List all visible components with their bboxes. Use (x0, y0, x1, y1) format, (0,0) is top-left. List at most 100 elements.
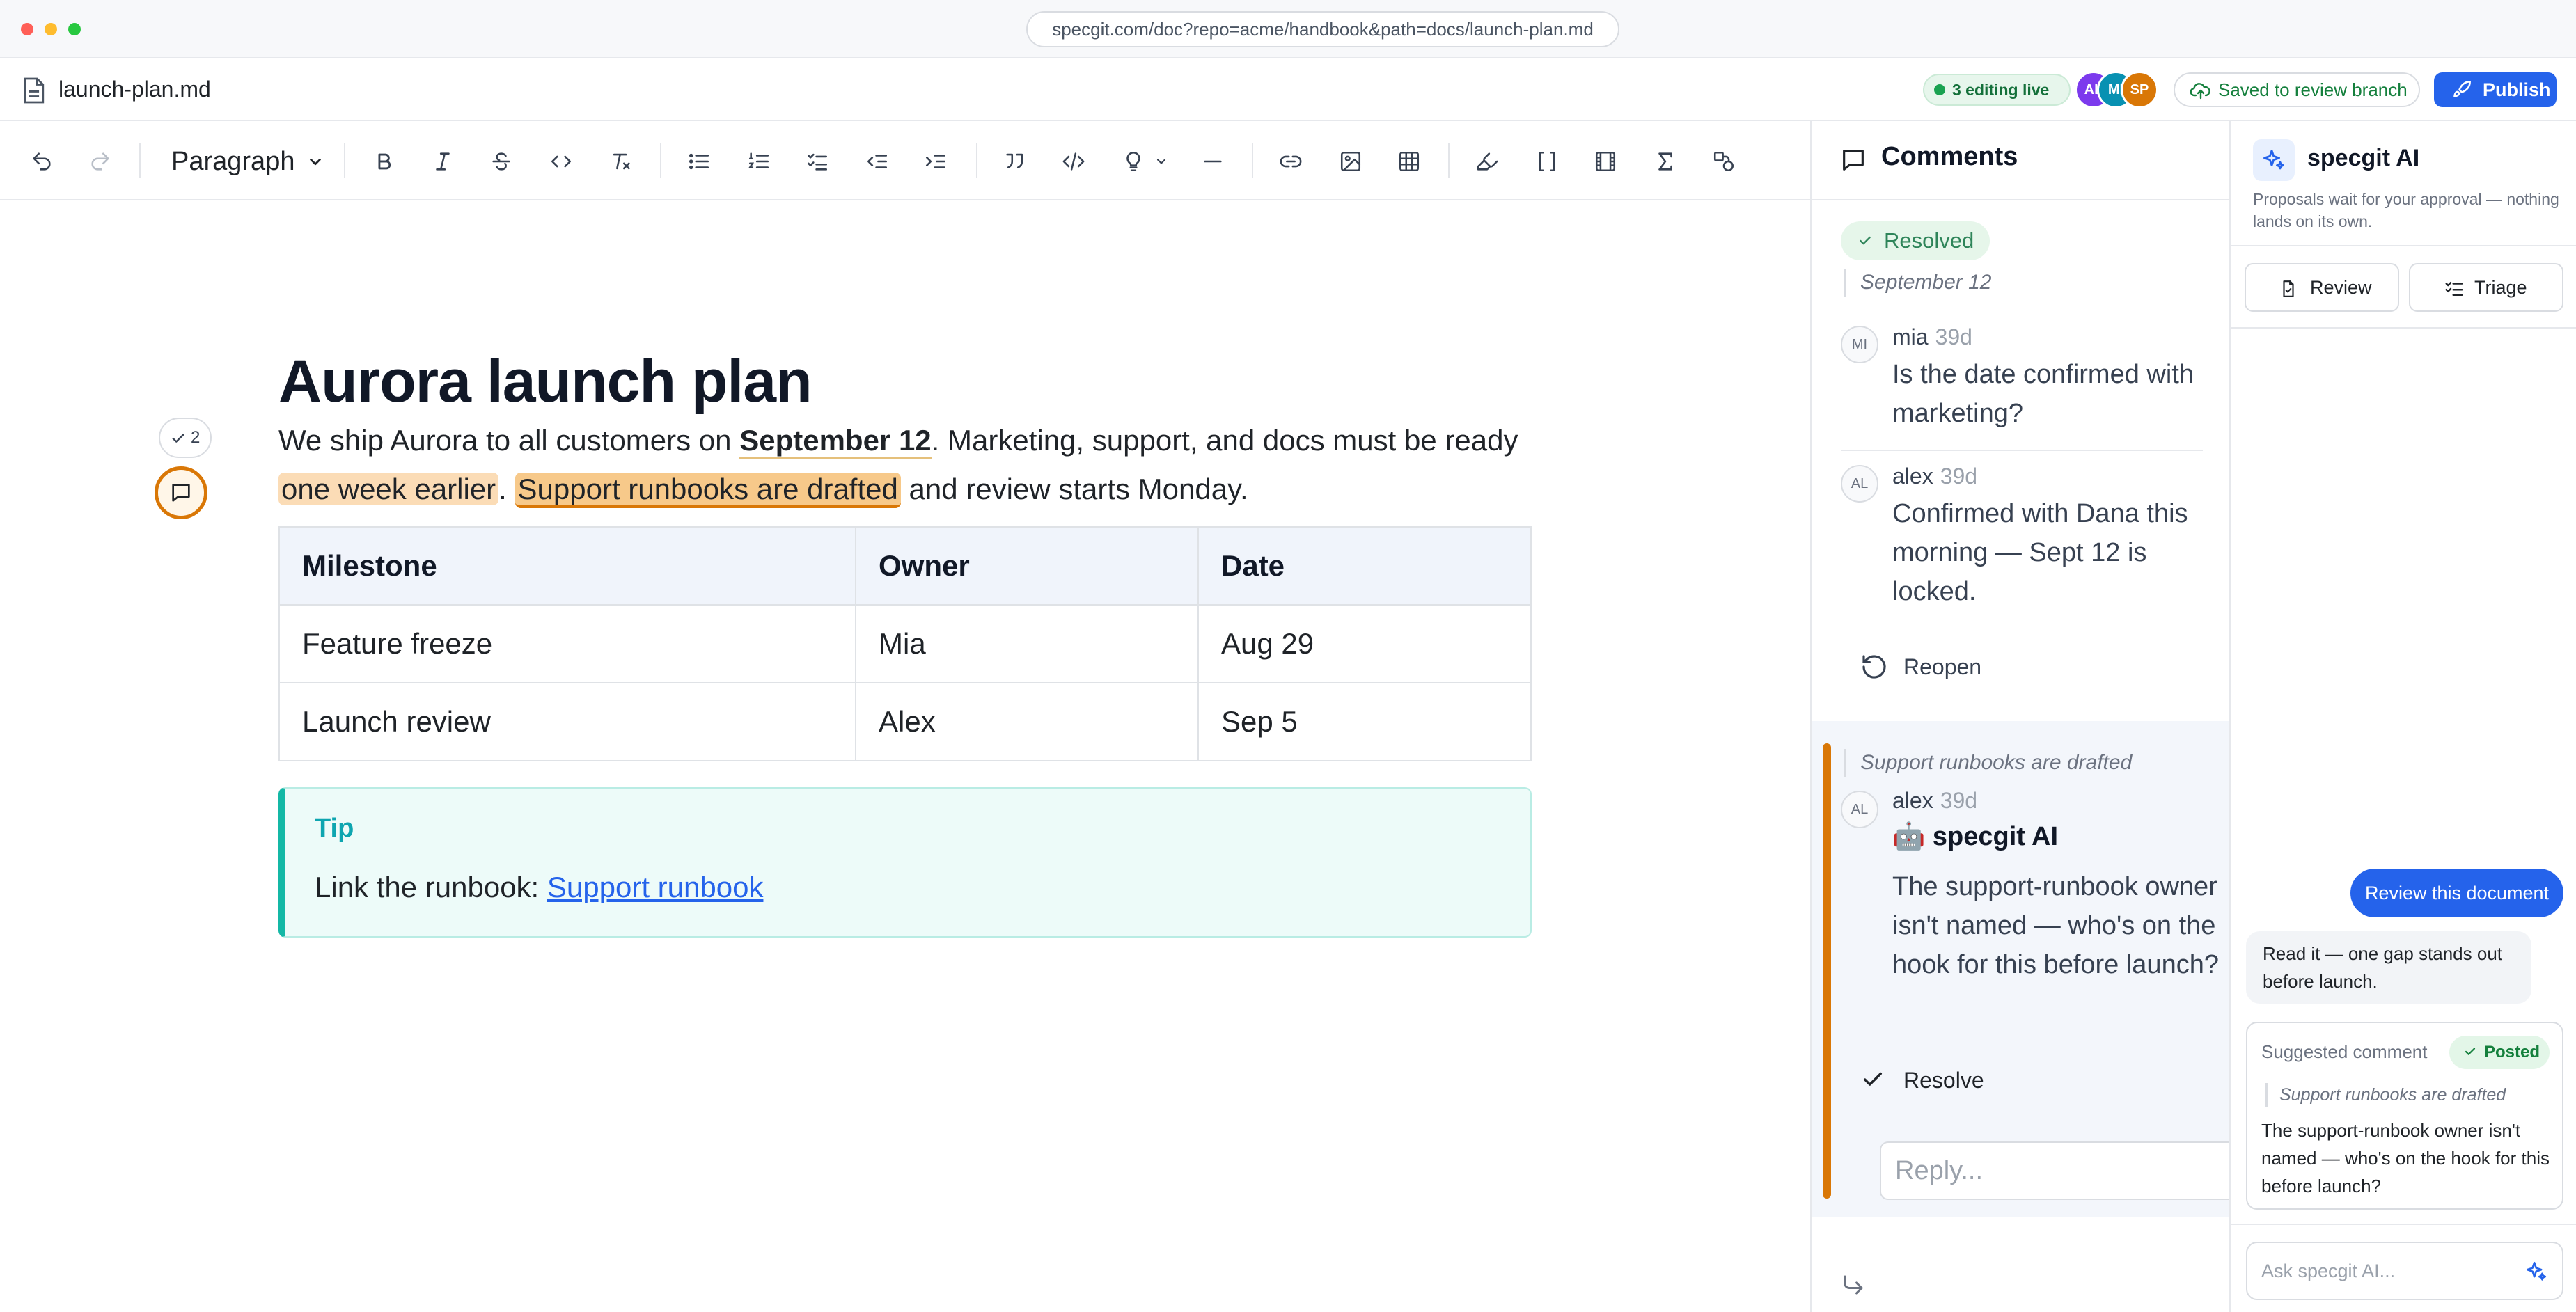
comment-age: 39d (1940, 788, 1978, 813)
review-tab-button[interactable]: Review (2245, 263, 2399, 312)
publish-button[interactable]: Publish (2434, 72, 2557, 107)
numbered-list-icon[interactable] (744, 146, 774, 177)
comment-icon (1843, 150, 1864, 171)
comment-text: Confirmed with Dana this morning — Sept … (1892, 499, 2188, 606)
rotate-ccw-icon (1862, 655, 1886, 679)
support-runbook-link[interactable]: Support runbook (547, 871, 764, 903)
resolved-comments-badge[interactable]: 2 (159, 418, 212, 458)
milestone-table[interactable]: Milestone Owner Date Feature freeze Mia … (278, 526, 1532, 761)
triage-tab-button[interactable]: Triage (2409, 263, 2563, 312)
ask-ai-input[interactable]: Ask specgit AI... (2246, 1242, 2563, 1300)
tip-body: Link the runbook: Support runbook (315, 871, 764, 903)
table-cell[interactable]: Sep 5 (1197, 682, 1532, 761)
comments-title: Comments (1881, 142, 2018, 171)
window-minimize-button[interactable] (45, 23, 57, 35)
rocket-icon (2453, 81, 2471, 97)
task-list-icon[interactable] (802, 146, 833, 177)
italic-icon[interactable] (427, 146, 458, 177)
triage-tab-label: Triage (2474, 277, 2527, 298)
code-block-icon[interactable] (1058, 146, 1089, 177)
comment-age: 39d (1940, 464, 1978, 489)
table-header-cell[interactable]: Date (1197, 526, 1532, 606)
table-cell[interactable]: Feature freeze (278, 604, 856, 683)
undo-icon[interactable] (26, 146, 57, 177)
browser-chrome: specgit.com/doc?repo=acme/handbook&path=… (0, 0, 2576, 58)
url-bar[interactable]: specgit.com/doc?repo=acme/handbook&path=… (1026, 11, 1619, 47)
sparkles-icon[interactable] (2524, 1260, 2548, 1283)
editor-canvas[interactable]: 2 Aurora launch plan We ship Aurora to a… (0, 200, 1810, 1312)
file-icon (24, 77, 45, 104)
inline-code-icon[interactable] (546, 146, 576, 177)
ai-chat-message: Read it — one gap stands out before laun… (2246, 931, 2531, 1004)
reply-arrow-icon (1844, 1275, 1863, 1295)
check-icon (172, 434, 184, 443)
active-thread-indicator (1823, 743, 1831, 1199)
block-type-label: Paragraph (171, 147, 295, 176)
posted-status-badge: Posted (2449, 1036, 2550, 1069)
block-type-select[interactable]: Paragraph (162, 142, 334, 181)
table-header-row: Milestone Owner Date (278, 526, 1532, 606)
table-cell[interactable]: Launch review (278, 682, 856, 761)
window-maximize-button[interactable] (68, 23, 81, 35)
commented-text-september-12[interactable]: September 12 (739, 424, 932, 459)
active-comment-highlight[interactable]: Support runbooks are drafted (515, 473, 901, 508)
table-header-cell[interactable]: Owner (855, 526, 1199, 606)
avatar: AL (1841, 791, 1878, 828)
tip-callout[interactable]: Tip Link the runbook: Support runbook (278, 787, 1532, 938)
reopen-button[interactable]: Reopen (1860, 653, 1981, 681)
bold-icon[interactable] (369, 146, 400, 177)
callout-menu-chevron-icon[interactable] (1153, 146, 1170, 177)
callout-icon[interactable] (1118, 146, 1149, 177)
table-cell[interactable]: Alex (855, 682, 1199, 761)
live-editing-label: 3 editing live (1952, 81, 2050, 99)
redo-icon[interactable] (85, 146, 116, 177)
comment-author: alex 39d (1892, 788, 1978, 813)
blockquote-icon[interactable] (1000, 146, 1030, 177)
file-check-icon (2283, 280, 2294, 297)
check-icon (1863, 1072, 1883, 1086)
ai-panel-title: specgit AI (2307, 145, 2420, 171)
tip-label: Tip (315, 814, 354, 843)
saved-status-label: Saved to review branch (2218, 79, 2408, 100)
app-header: launch-plan.md 3 editing live AL MI SP S… (0, 58, 2576, 121)
check-icon (1860, 236, 1871, 245)
comment-quote[interactable]: September 12 (1844, 269, 1991, 297)
table-icon[interactable] (1394, 146, 1424, 177)
suggested-comment-text: The support-runbook owner isn't named — … (2261, 1120, 2550, 1196)
image-icon[interactable] (1335, 146, 1366, 177)
saved-status-badge[interactable]: Saved to review branch (2174, 72, 2420, 107)
document-filename: launch-plan.md (58, 77, 211, 102)
table-cell[interactable]: Mia (855, 604, 1199, 683)
brackets-icon[interactable] (1532, 146, 1562, 177)
clear-format-icon[interactable] (606, 146, 636, 177)
avatar: MI (1841, 326, 1878, 363)
indent-icon[interactable] (920, 146, 951, 177)
chevron-down-icon (310, 158, 321, 166)
outdent-icon[interactable] (862, 146, 893, 177)
document-title[interactable]: Aurora launch plan (278, 347, 812, 416)
resolve-button[interactable]: Resolve (1860, 1066, 1984, 1094)
shapes-icon[interactable] (1709, 146, 1739, 177)
window-close-button[interactable] (21, 23, 33, 35)
resolved-count: 2 (191, 428, 201, 447)
table-row: Feature freeze Mia Aug 29 (278, 604, 1532, 683)
sigma-icon[interactable] (1650, 146, 1681, 177)
horizontal-rule-icon[interactable] (1197, 146, 1228, 177)
strikethrough-icon[interactable] (486, 146, 517, 177)
bullet-list-icon[interactable] (684, 146, 714, 177)
comments-panel: Comments Resolved September 12 MI mia 39d… (1810, 121, 2242, 1312)
comment-marker-button[interactable] (155, 466, 207, 519)
highlighted-text-one-week-earlier[interactable]: one week earlier (278, 473, 499, 505)
comment-quote[interactable]: Support runbooks are drafted (1844, 749, 2132, 777)
film-icon[interactable] (1590, 146, 1621, 177)
collaborator-avatar[interactable]: SP (2121, 71, 2158, 109)
link-icon[interactable] (1275, 146, 1306, 177)
suggested-comment-card[interactable]: Suggested comment Posted Support runbook… (2246, 1022, 2563, 1210)
table-cell[interactable]: Aug 29 (1197, 604, 1532, 683)
reply-input[interactable]: Reply... (1880, 1141, 2242, 1200)
check-icon (2465, 1048, 2476, 1055)
table-header-cell[interactable]: Milestone (278, 526, 856, 606)
resolve-label: Resolve (1903, 1068, 1984, 1093)
highlighter-icon[interactable] (1472, 146, 1502, 177)
document-paragraph[interactable]: We ship Aurora to all customers on Septe… (278, 416, 1532, 514)
